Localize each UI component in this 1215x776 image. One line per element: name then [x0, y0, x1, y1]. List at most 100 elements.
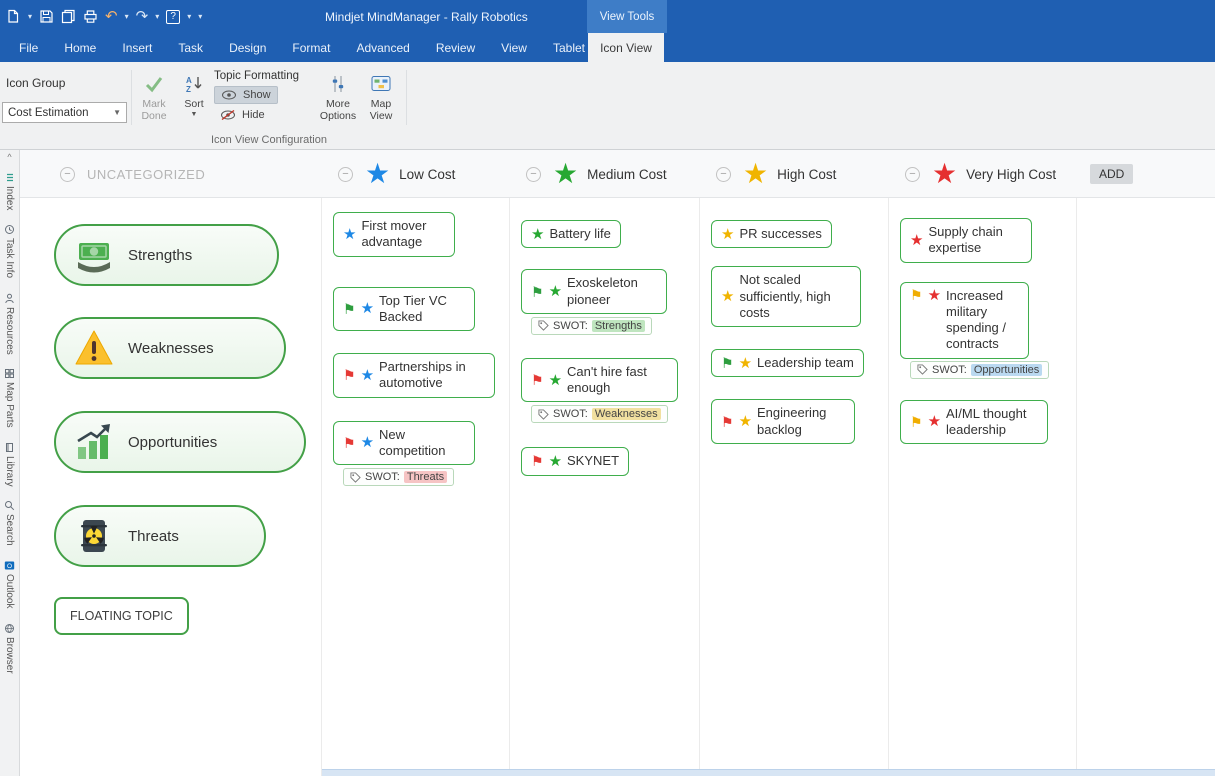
topic-card[interactable]: ⚑ ★ Top Tier VC Backed: [333, 287, 475, 332]
gold-star-icon: ★: [739, 414, 752, 429]
tab-icon-view[interactable]: Icon View: [588, 33, 664, 62]
collapse-column-button[interactable]: −: [905, 167, 920, 182]
menu-insert[interactable]: Insert: [109, 33, 165, 62]
collapse-column-button[interactable]: −: [716, 167, 731, 182]
ribbon-separator: [131, 70, 132, 125]
swot-tag[interactable]: SWOT: Weaknesses: [531, 405, 668, 423]
save-all-icon[interactable]: [61, 9, 76, 24]
topic-card[interactable]: ⚑ ★ AI/ML thought leadership: [900, 400, 1048, 445]
svg-text:Z: Z: [186, 85, 191, 94]
board-header: − UNCATEGORIZED − ★ Low Cost − ★ Medium …: [20, 150, 1215, 198]
side-panel-strip: ^ Index Task Info Resources Map Parts Li…: [0, 150, 20, 776]
context-tab-view-tools[interactable]: View Tools: [587, 0, 667, 33]
redo-icon[interactable]: ↷: [136, 9, 149, 24]
collapse-column-button[interactable]: −: [60, 167, 75, 182]
topic-label: Opportunities: [128, 434, 217, 451]
topic-text: Exoskeleton pioneer: [567, 275, 657, 308]
sidebar-item-resources[interactable]: Resources: [4, 286, 15, 362]
new-document-menu-caret[interactable]: ▾: [28, 12, 32, 21]
menu-advanced[interactable]: Advanced: [343, 33, 422, 62]
topic-card[interactable]: ⚑ ★ New competition: [333, 421, 475, 466]
menu-review[interactable]: Review: [423, 33, 488, 62]
tag-label: SWOT:: [553, 408, 588, 420]
column-title: Very High Cost: [966, 167, 1056, 182]
swot-tag[interactable]: SWOT: Strengths: [531, 317, 652, 335]
map-view-label: Map View: [361, 98, 401, 122]
swot-tag[interactable]: SWOT: Threats: [343, 468, 454, 486]
sidebar-item-outlook[interactable]: O Outlook: [4, 553, 15, 615]
topic-card[interactable]: ⚑ ★ Increased military spending / contra…: [900, 282, 1029, 359]
menu-view[interactable]: View: [488, 33, 540, 62]
menu-format[interactable]: Format: [279, 33, 343, 62]
sidebar-item-label: Outlook: [4, 574, 15, 608]
topic-card[interactable]: ⚑ ★ Can't hire fast enough: [521, 358, 678, 403]
print-icon[interactable]: [83, 9, 98, 24]
map-view-button[interactable]: Map View: [361, 70, 401, 122]
topic-formatting-group: Topic Formatting Show Hide: [214, 70, 310, 126]
main-topic-opportunities[interactable]: Opportunities: [54, 411, 306, 473]
sidebar-item-search[interactable]: Search: [4, 493, 15, 553]
sidebar-item-browser[interactable]: Browser: [4, 616, 15, 681]
menu-task[interactable]: Task: [165, 33, 216, 62]
redo-menu-caret[interactable]: ▾: [155, 12, 159, 21]
topic-label: Strengths: [128, 247, 192, 264]
collapse-column-button[interactable]: −: [526, 167, 541, 182]
collapse-column-button[interactable]: −: [338, 167, 353, 182]
new-document-icon[interactable]: [6, 9, 21, 24]
more-options-label: More Options: [316, 98, 360, 122]
red-flag-icon: ⚑: [721, 415, 734, 429]
topic-card[interactable]: ★ First mover advantage: [333, 212, 455, 257]
help-menu-caret[interactable]: ▾: [187, 12, 191, 21]
topic-card[interactable]: ⚑ ★ Exoskeleton pioneer: [521, 269, 667, 314]
more-options-button[interactable]: More Options: [316, 70, 360, 122]
save-icon[interactable]: [39, 9, 54, 24]
sidebar-item-library[interactable]: Library: [4, 435, 15, 494]
topic-card[interactable]: ★ Supply chain expertise: [900, 218, 1032, 263]
chevron-up-icon[interactable]: ^: [7, 152, 11, 165]
add-column-button[interactable]: ADD: [1090, 164, 1133, 184]
topic-card[interactable]: ★ PR successes: [711, 220, 832, 248]
hide-button[interactable]: Hide: [214, 107, 271, 123]
topic-card[interactable]: ⚑ ★ Leadership team: [711, 349, 864, 377]
menu-file[interactable]: File: [6, 33, 51, 62]
undo-icon[interactable]: ↶: [105, 9, 118, 24]
icon-view-board: − UNCATEGORIZED − ★ Low Cost − ★ Medium …: [20, 150, 1215, 776]
money-in-hand-icon: [74, 235, 114, 275]
sort-button[interactable]: AZ Sort ▼: [174, 70, 214, 118]
show-button[interactable]: Show: [214, 86, 278, 104]
main-topic-weaknesses[interactable]: Weaknesses: [54, 317, 286, 379]
topic-card[interactable]: ★ Battery life: [521, 220, 621, 248]
column-header-uncategorized: − UNCATEGORIZED: [20, 150, 322, 198]
sidebar-item-task-info[interactable]: Task Info: [4, 217, 15, 285]
main-topic-threats[interactable]: Threats: [54, 505, 266, 567]
topic-card[interactable]: ⚑ ★ Partnerships in automotive: [333, 353, 495, 398]
undo-menu-caret[interactable]: ▾: [125, 12, 129, 21]
topic-card[interactable]: ⚑ ★ SKYNET: [521, 447, 629, 475]
red-flag-icon: ⚑: [531, 373, 544, 387]
blue-star-icon: ★: [361, 301, 374, 316]
topic-text: Increased military spending / contracts: [946, 288, 1019, 353]
help-icon[interactable]: ?: [166, 10, 180, 24]
topic-card[interactable]: ⚑ ★ Engineering backlog: [711, 399, 855, 444]
sidebar-item-label: Task Info: [4, 238, 15, 278]
sidebar-item-index[interactable]: Index: [4, 165, 15, 217]
red-flag-icon: ⚑: [531, 454, 544, 468]
red-flag-icon: ⚑: [343, 368, 356, 382]
customize-toolbar-icon[interactable]: ▾: [198, 12, 202, 21]
topic-card[interactable]: ★ Not scaled sufficiently, high costs: [711, 266, 861, 327]
floating-topic[interactable]: FLOATING TOPIC: [54, 597, 189, 635]
sidebar-item-map-parts[interactable]: Map Parts: [4, 361, 15, 435]
swot-tag[interactable]: SWOT: Opportunities: [910, 361, 1049, 379]
menu-home[interactable]: Home: [51, 33, 109, 62]
column-header-low-cost: − ★ Low Cost: [322, 150, 510, 198]
main-topic-strengths[interactable]: Strengths: [54, 224, 279, 286]
browser-icon: [4, 623, 15, 634]
menu-design[interactable]: Design: [216, 33, 279, 62]
mark-done-button[interactable]: Mark Done: [134, 70, 174, 122]
eye-icon: [221, 90, 237, 100]
blue-star-icon: ★: [361, 435, 374, 450]
icon-group-dropdown[interactable]: Cost Estimation ▼: [2, 102, 127, 123]
sidebar-item-label: Index: [4, 186, 15, 210]
horizontal-scrollbar[interactable]: [322, 769, 1215, 776]
icon-group-label: Icon Group: [6, 76, 65, 90]
